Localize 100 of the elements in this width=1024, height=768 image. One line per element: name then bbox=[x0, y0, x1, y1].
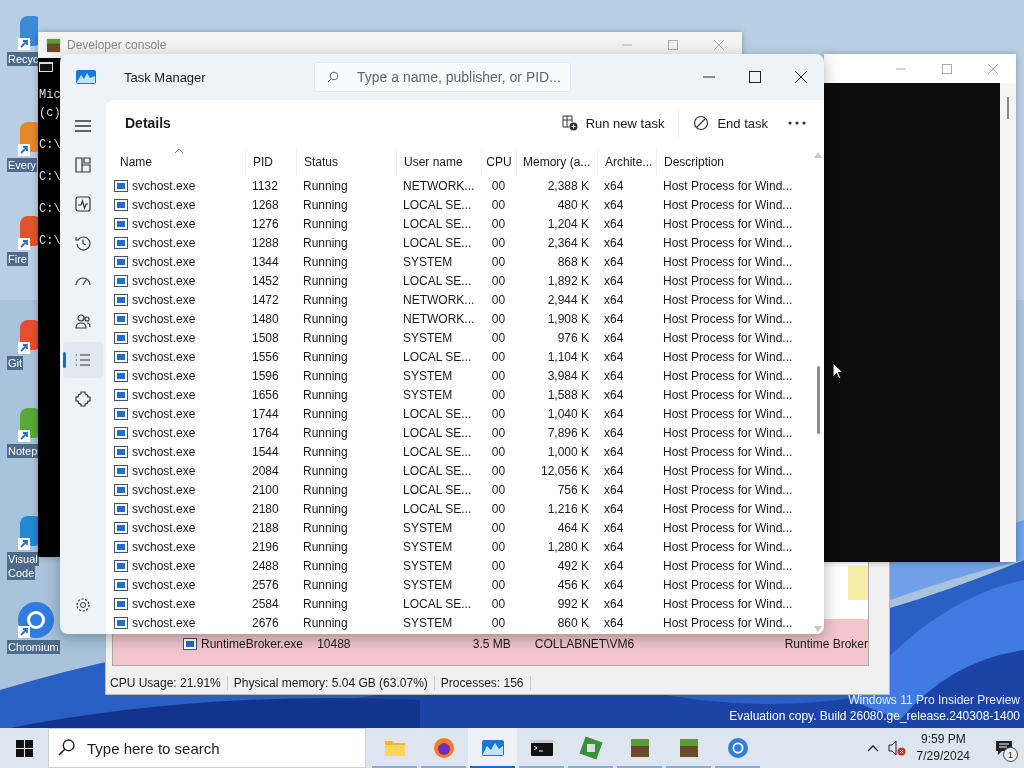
table-cell: 1764 bbox=[252, 425, 279, 440]
speaker-muted-icon[interactable] bbox=[887, 740, 906, 756]
column-header[interactable]: Memory (a... bbox=[516, 148, 597, 176]
settings-icon[interactable] bbox=[75, 597, 91, 613]
icon-label[interactable]: Every bbox=[7, 158, 38, 172]
table-cell: Host Process for Wind... bbox=[663, 520, 793, 535]
table-cell: SYSTEM bbox=[403, 615, 453, 630]
table-cell: 3,984 K bbox=[547, 368, 589, 383]
table-cell: 2084 bbox=[252, 463, 279, 478]
end-task-button[interactable]: End task bbox=[683, 109, 778, 137]
column-header[interactable]: User name bbox=[396, 148, 481, 176]
icon-label[interactable]: Fire bbox=[7, 252, 28, 266]
clock-time[interactable]: 9:59 PM bbox=[920, 731, 966, 748]
process-icon bbox=[114, 217, 128, 230]
table-cell: Running bbox=[303, 463, 348, 478]
table-cell: Running bbox=[303, 577, 348, 592]
status-text: Physical memory: 5.04 GB (63.07%) bbox=[233, 676, 435, 690]
icon-label[interactable]: Recyc bbox=[7, 52, 40, 66]
table-cell: 00 bbox=[491, 330, 506, 345]
table-cell: Running bbox=[303, 216, 348, 231]
search-icon bbox=[327, 71, 339, 83]
table-cell: 00 bbox=[491, 311, 506, 326]
table-cell: svchost.exe bbox=[132, 273, 196, 288]
watermark-text: Evaluation copy. Build 26080.ge_release.240308-1400 bbox=[729, 708, 1020, 724]
table-cell: svchost.exe bbox=[132, 387, 196, 402]
console-line: C:\ bbox=[39, 137, 60, 154]
process-icon bbox=[114, 616, 128, 629]
table-cell: Host Process for Wind... bbox=[663, 615, 793, 630]
icon-label[interactable]: Code bbox=[7, 566, 36, 580]
table-cell: Host Process for Wind... bbox=[663, 311, 793, 326]
table-cell: LOCAL SE... bbox=[403, 216, 472, 231]
column-header[interactable]: Status bbox=[296, 148, 396, 176]
icon-label[interactable]: Visual bbox=[7, 552, 39, 566]
column-header[interactable]: Archite... bbox=[597, 148, 656, 176]
nav-item[interactable] bbox=[63, 342, 103, 378]
table-cell: Host Process for Wind... bbox=[663, 292, 793, 307]
table-cell: 1,104 K bbox=[547, 349, 589, 364]
close-icon[interactable] bbox=[795, 71, 807, 83]
table-cell: 00 bbox=[491, 178, 506, 193]
table-cell: svchost.exe bbox=[132, 539, 196, 554]
table-cell: 1,280 K bbox=[547, 539, 589, 554]
chromium-icon[interactable] bbox=[16, 600, 56, 640]
column-header[interactable]: Name bbox=[106, 148, 245, 176]
table-cell: 2576 bbox=[252, 577, 279, 592]
table-cell: svchost.exe bbox=[132, 178, 196, 193]
window-title: Developer console bbox=[67, 38, 167, 52]
chevron-up-icon[interactable] bbox=[866, 744, 879, 752]
maximize-icon[interactable] bbox=[749, 71, 761, 83]
table-cell: Host Process for Wind... bbox=[663, 558, 793, 573]
scrollbar-thumb[interactable] bbox=[1007, 97, 1009, 119]
table-cell: x64 bbox=[604, 444, 624, 459]
icon-label[interactable]: Git bbox=[7, 356, 24, 370]
table-cell: svchost.exe bbox=[132, 349, 196, 364]
column-header[interactable]: PID bbox=[245, 148, 296, 176]
table-cell: 00 bbox=[491, 254, 506, 269]
table-cell: Running bbox=[303, 235, 348, 250]
table-cell: LOCAL SE... bbox=[403, 463, 472, 478]
table-cell: 00 bbox=[491, 539, 506, 554]
clock-date[interactable]: 7/29/2024 bbox=[916, 748, 970, 765]
table-cell: LOCAL SE... bbox=[403, 349, 472, 364]
table-cell: 2584 bbox=[252, 596, 279, 611]
table-cell: 992 K bbox=[557, 596, 589, 611]
process-icon bbox=[114, 559, 128, 572]
search-field[interactable]: Type a name, publisher, or PID... bbox=[314, 62, 571, 92]
column-header[interactable]: Description bbox=[656, 148, 797, 176]
scrollbar-thumb[interactable] bbox=[816, 366, 820, 434]
table-cell: 1132 bbox=[252, 178, 278, 193]
table-cell: svchost.exe bbox=[132, 444, 196, 459]
table-cell: 00 bbox=[491, 292, 506, 307]
icon-label[interactable]: Chromium bbox=[7, 640, 60, 654]
table-cell: LOCAL SE... bbox=[403, 197, 472, 212]
table-cell: x64 bbox=[604, 330, 624, 345]
table-cell: Running bbox=[303, 615, 348, 630]
table-cell: 7,896 K bbox=[547, 425, 589, 440]
table-cell: 868 K bbox=[557, 254, 589, 269]
process-icon bbox=[114, 198, 128, 211]
table-cell: svchost.exe bbox=[132, 235, 196, 250]
table-cell: 00 bbox=[491, 596, 506, 611]
icon-label[interactable]: Notep bbox=[7, 444, 39, 458]
windows-logo-icon[interactable] bbox=[15, 739, 33, 757]
table-cell: x64 bbox=[604, 235, 624, 250]
new-task-icon bbox=[561, 115, 578, 131]
table-cell: SYSTEM bbox=[403, 577, 453, 592]
run-new-task-button[interactable]: Run new task bbox=[551, 109, 675, 137]
table-cell: 00 bbox=[491, 349, 506, 364]
table-cell: 00 bbox=[491, 577, 506, 592]
table-cell: svchost.exe bbox=[132, 330, 196, 345]
more-icon[interactable] bbox=[788, 121, 806, 125]
menu-icon[interactable] bbox=[75, 119, 91, 133]
taskbar-search-field[interactable]: Type here to search bbox=[48, 728, 366, 768]
table-cell: svchost.exe bbox=[132, 558, 196, 573]
table-cell: LOCAL SE... bbox=[403, 425, 472, 440]
column-header[interactable]: CPU bbox=[481, 148, 516, 176]
table-cell: Running bbox=[303, 311, 348, 326]
table-cell: x64 bbox=[604, 482, 624, 497]
table-cell: NETWORK... bbox=[403, 292, 475, 307]
table-cell: 1480 bbox=[252, 311, 279, 326]
terminal-icon bbox=[39, 62, 53, 72]
process-icon bbox=[114, 369, 128, 382]
table-cell: 00 bbox=[491, 615, 506, 630]
